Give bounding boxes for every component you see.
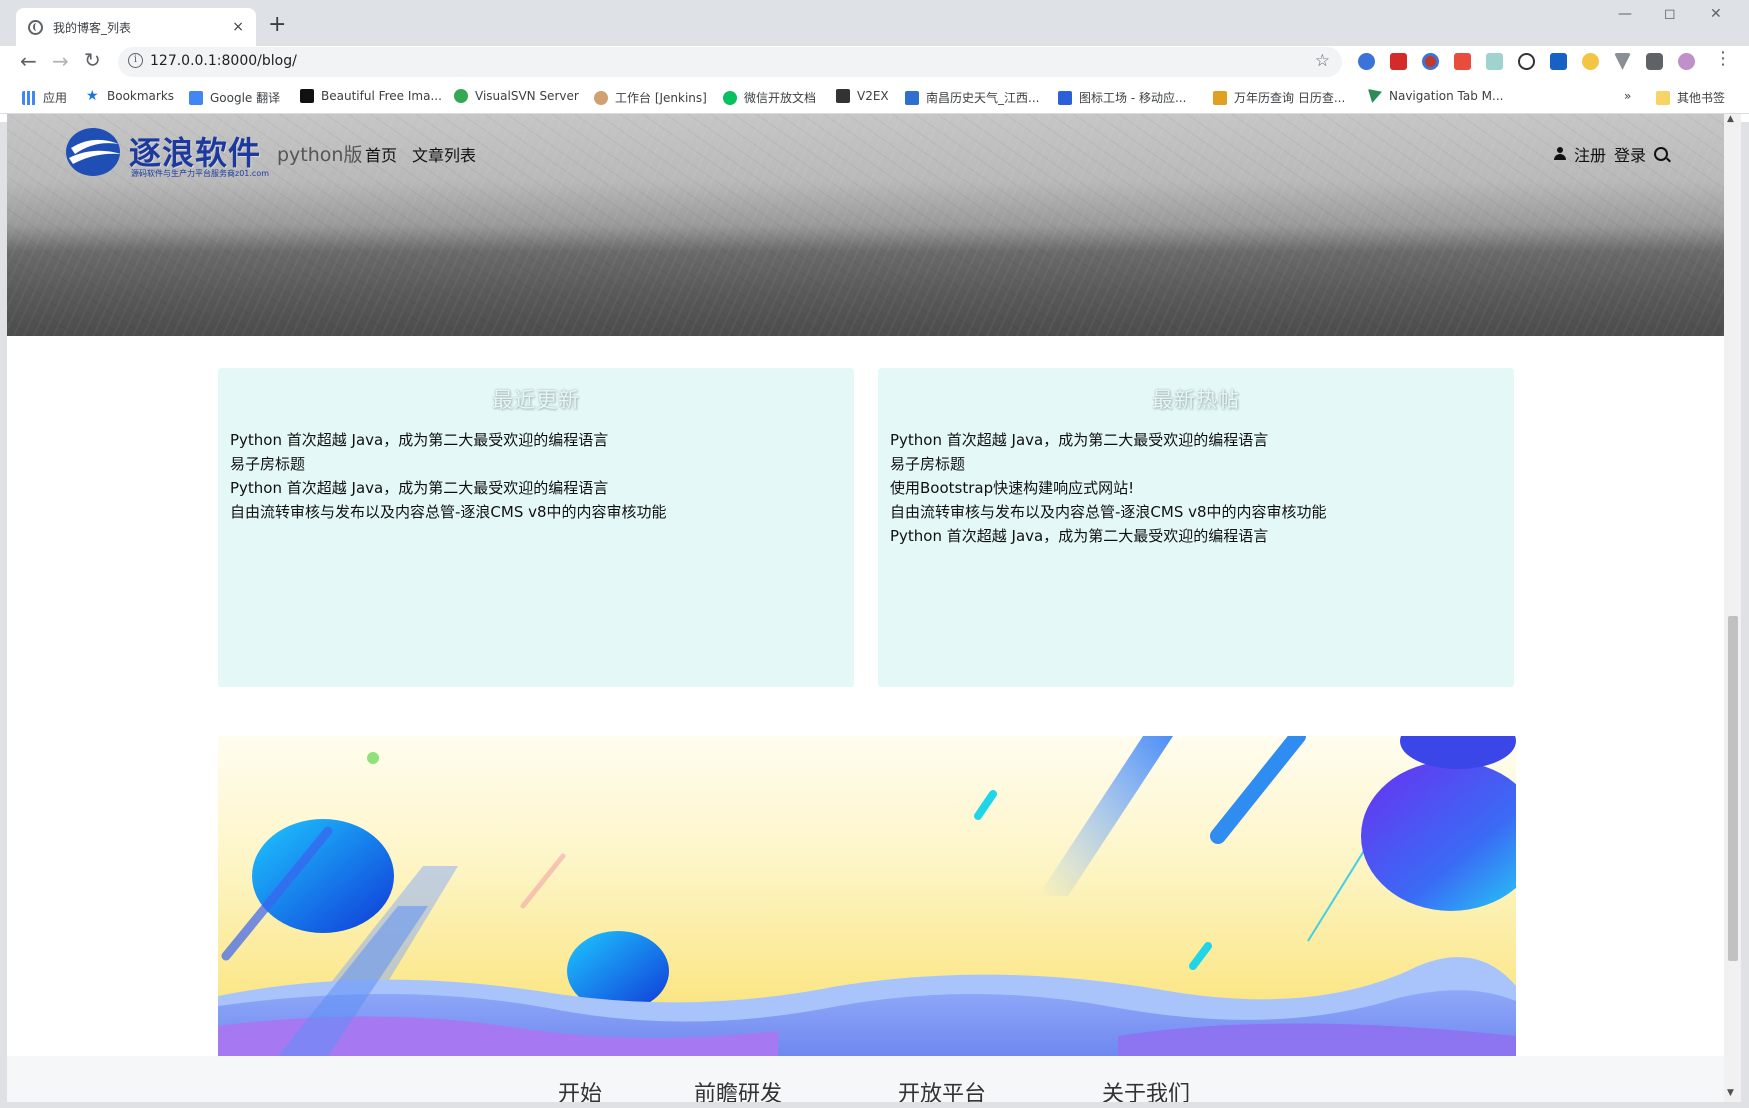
hot-posts-title: 最新热帖 (1152, 388, 1240, 412)
pdf-extension-icon[interactable] (1390, 53, 1407, 70)
bookmark-star-icon[interactable]: ☆ (1315, 51, 1330, 71)
minimize-icon[interactable]: — (1618, 6, 1632, 22)
calendar-icon (1213, 90, 1227, 105)
hot-posts-panel: 最新热帖 Python 首次超越 Java，成为第二大最受欢迎的编程语言 易子房… (878, 368, 1514, 687)
star-icon: ★ (86, 88, 99, 104)
bookmark-bookmarks[interactable]: ★ Bookmarks (86, 89, 174, 103)
bookmark-beautiful-free-images[interactable]: Beautiful Free Ima... (300, 89, 442, 103)
bookmark-apps[interactable]: 应用 (22, 89, 67, 106)
apps-grid-icon (22, 90, 36, 105)
extension-icon-4[interactable] (1454, 53, 1471, 70)
recent-updates-list: Python 首次超越 Java，成为第二大最受欢迎的编程语言 易子房标题 Py… (218, 414, 854, 524)
browser-tab[interactable]: 我的博客_列表 × (16, 8, 256, 46)
puzzle-icon[interactable] (1646, 53, 1663, 70)
bookmarks-bar: 应用 ★ Bookmarks Google 翻译 Beautiful Free … (0, 80, 1749, 114)
list-item[interactable]: Python 首次超越 Java，成为第二大最受欢迎的编程语言 (890, 524, 1502, 548)
extension-icon-8[interactable] (1582, 53, 1599, 70)
other-bookmarks-folder[interactable]: 其他书签 (1656, 89, 1725, 106)
url-text[interactable]: 127.0.0.1:8000/blog/ (150, 53, 297, 69)
footer: 开始 前瞻研发 开放平台 关于我们 (7, 1056, 1724, 1102)
list-item[interactable]: Python 首次超越 Java，成为第二大最受欢迎的编程语言 (230, 476, 842, 500)
footer-link-research[interactable]: 前瞻研发 (694, 1076, 782, 1102)
reload-icon[interactable]: ↻ (84, 48, 101, 72)
bookmark-jenkins[interactable]: 工作台 [Jenkins] (594, 89, 707, 106)
window-close-icon[interactable]: ✕ (1710, 6, 1722, 22)
list-item[interactable]: 自由流转审核与发布以及内容总管-逐浪CMS v8中的内容审核功能 (230, 500, 842, 524)
nav-home[interactable]: 首页 (365, 142, 397, 166)
bookmark-visualsvn[interactable]: VisualSVN Server (454, 89, 579, 103)
footer-link-about[interactable]: 关于我们 (1102, 1076, 1190, 1102)
bookmark-wechat-docs[interactable]: 微信开放文档 (723, 89, 816, 106)
list-item[interactable]: 自由流转审核与发布以及内容总管-逐浪CMS v8中的内容审核功能 (890, 500, 1502, 524)
site-info-icon[interactable]: i (128, 53, 143, 68)
address-bar[interactable]: i 127.0.0.1:8000/blog/ ☆ (118, 47, 1342, 77)
page-scrollbar[interactable]: ▲ ▼ (1724, 114, 1741, 1102)
maximize-icon[interactable]: ◻ (1664, 6, 1676, 22)
translate-icon (189, 90, 203, 105)
list-item[interactable]: 易子房标题 (890, 452, 1502, 476)
list-item[interactable]: 易子房标题 (230, 452, 842, 476)
tab-strip: 我的博客_列表 × + — ◻ ✕ (0, 0, 1749, 46)
recent-updates-title: 最近更新 (492, 388, 580, 412)
user-nav: 注册 登录 (1553, 142, 1668, 166)
wechat-icon (723, 90, 737, 105)
extension-icon-3[interactable] (1422, 53, 1439, 70)
user-icon (1553, 147, 1566, 161)
globe-icon (28, 19, 43, 35)
profile-avatar[interactable] (1678, 53, 1695, 70)
v2ex-icon (836, 89, 850, 103)
hot-posts-list: Python 首次超越 Java，成为第二大最受欢迎的编程语言 易子房标题 使用… (878, 414, 1514, 548)
list-item[interactable]: Python 首次超越 Java，成为第二大最受欢迎的编程语言 (890, 428, 1502, 452)
unsplash-icon (300, 89, 314, 103)
back-icon[interactable]: ← (20, 49, 37, 73)
extension-icon-7[interactable] (1550, 53, 1567, 70)
folder-icon (1656, 90, 1670, 105)
scroll-thumb[interactable] (1728, 616, 1738, 961)
brand-tagline: 源码软件与生产力平台服务商z01.com (131, 169, 270, 178)
banner-illustration (218, 736, 1516, 1056)
bookmark-google-translate[interactable]: Google 翻译 (189, 89, 280, 106)
bookmark-icon-factory[interactable]: 图标工场 - 移动应... (1058, 89, 1186, 106)
jenkins-icon (594, 90, 608, 105)
new-tab-button[interactable]: + (268, 12, 286, 37)
footer-link-open-platform[interactable]: 开放平台 (898, 1076, 986, 1102)
promo-banner (218, 736, 1516, 1056)
version-label: python版 (277, 144, 363, 166)
list-item[interactable]: 使用Bootstrap快速构建响应式网站! (890, 476, 1502, 500)
navigation-tab-icon (1368, 89, 1382, 103)
bookmark-navigation-tab[interactable]: Navigation Tab M... (1368, 89, 1503, 103)
logo-icon[interactable] (65, 126, 125, 178)
page-viewport: 逐浪软件 源码软件与生产力平台服务商z01.com python版 首页 文章列… (7, 114, 1724, 1102)
search-icon[interactable] (1654, 147, 1668, 161)
forward-icon[interactable]: → (52, 49, 69, 73)
bookmark-calendar[interactable]: 万年历查询 日历查... (1213, 89, 1345, 106)
login-link[interactable]: 登录 (1614, 142, 1646, 166)
bookmark-weather[interactable]: 南昌历史天气_江西... (905, 89, 1039, 106)
nav-article-list[interactable]: 文章列表 (412, 142, 476, 166)
menu-dots-icon[interactable]: ⋮ (1714, 48, 1732, 69)
hero-header: 逐浪软件 源码软件与生产力平台服务商z01.com python版 首页 文章列… (7, 114, 1724, 336)
footer-link-start[interactable]: 开始 (558, 1076, 602, 1102)
more-bookmarks-button[interactable]: » (1624, 89, 1631, 103)
visualsvn-icon (454, 89, 468, 103)
weather-icon (905, 90, 919, 105)
extension-icon-5[interactable] (1486, 53, 1503, 70)
extension-icon-1[interactable] (1358, 53, 1375, 70)
tab-title: 我的博客_列表 (53, 20, 132, 35)
bookmark-v2ex[interactable]: V2EX (836, 89, 889, 103)
close-tab-icon[interactable]: × (232, 19, 244, 35)
register-link[interactable]: 注册 (1574, 142, 1606, 166)
icon-factory-icon (1058, 90, 1072, 105)
recent-updates-panel: 最近更新 Python 首次超越 Java，成为第二大最受欢迎的编程语言 易子房… (218, 368, 854, 687)
play-extension-icon[interactable] (1518, 53, 1535, 70)
scroll-up-icon[interactable]: ▲ (1727, 114, 1734, 124)
scroll-down-icon[interactable]: ▼ (1727, 1088, 1734, 1098)
list-item[interactable]: Python 首次超越 Java，成为第二大最受欢迎的编程语言 (230, 428, 842, 452)
